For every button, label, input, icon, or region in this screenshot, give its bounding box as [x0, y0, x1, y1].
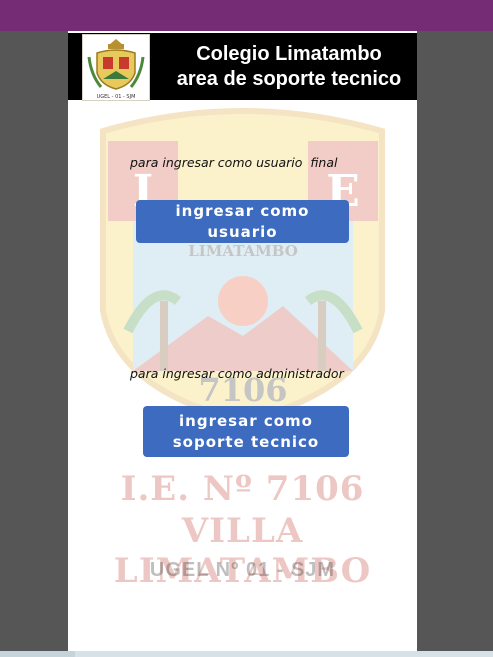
header-banner: UGEL - 01 - SJM Colegio Limatambo area d… [68, 33, 417, 101]
watermark-line-1: I.E. Nº 7106 [120, 469, 365, 509]
user-login-button-label: ingresar como usuario [175, 201, 310, 241]
user-login-hint: para ingresar como usuario final [130, 155, 338, 170]
school-crest-icon: UGEL - 01 - SJM [87, 39, 145, 100]
bottom-bar-segment [0, 651, 75, 657]
watermark-line-3: UGEL Nº 01 - SJM [149, 559, 336, 581]
school-logo: UGEL - 01 - SJM [82, 34, 150, 101]
top-bar [0, 0, 493, 31]
watermark-school-name: LIMATAMBO [188, 242, 298, 260]
support-login-button-label: ingresar como soporte tecnico [172, 411, 320, 451]
admin-login-hint: para ingresar como administrador [130, 366, 344, 381]
logo-caption: UGEL - 01 - SJM [97, 94, 136, 100]
bottom-bar [0, 651, 493, 657]
header-title: Colegio Limatambo area de soporte tecnic… [164, 42, 414, 92]
header-title-line-1: Colegio Limatambo [196, 43, 382, 65]
user-login-button[interactable]: ingresar como usuario [136, 200, 349, 243]
main-panel: I E LIMATAMBO 7106 I.E. Nº 7106 VILLA LI… [68, 31, 417, 651]
header-title-line-2: area de soporte tecnico [176, 68, 402, 90]
support-login-button[interactable]: ingresar como soporte tecnico [143, 406, 349, 457]
